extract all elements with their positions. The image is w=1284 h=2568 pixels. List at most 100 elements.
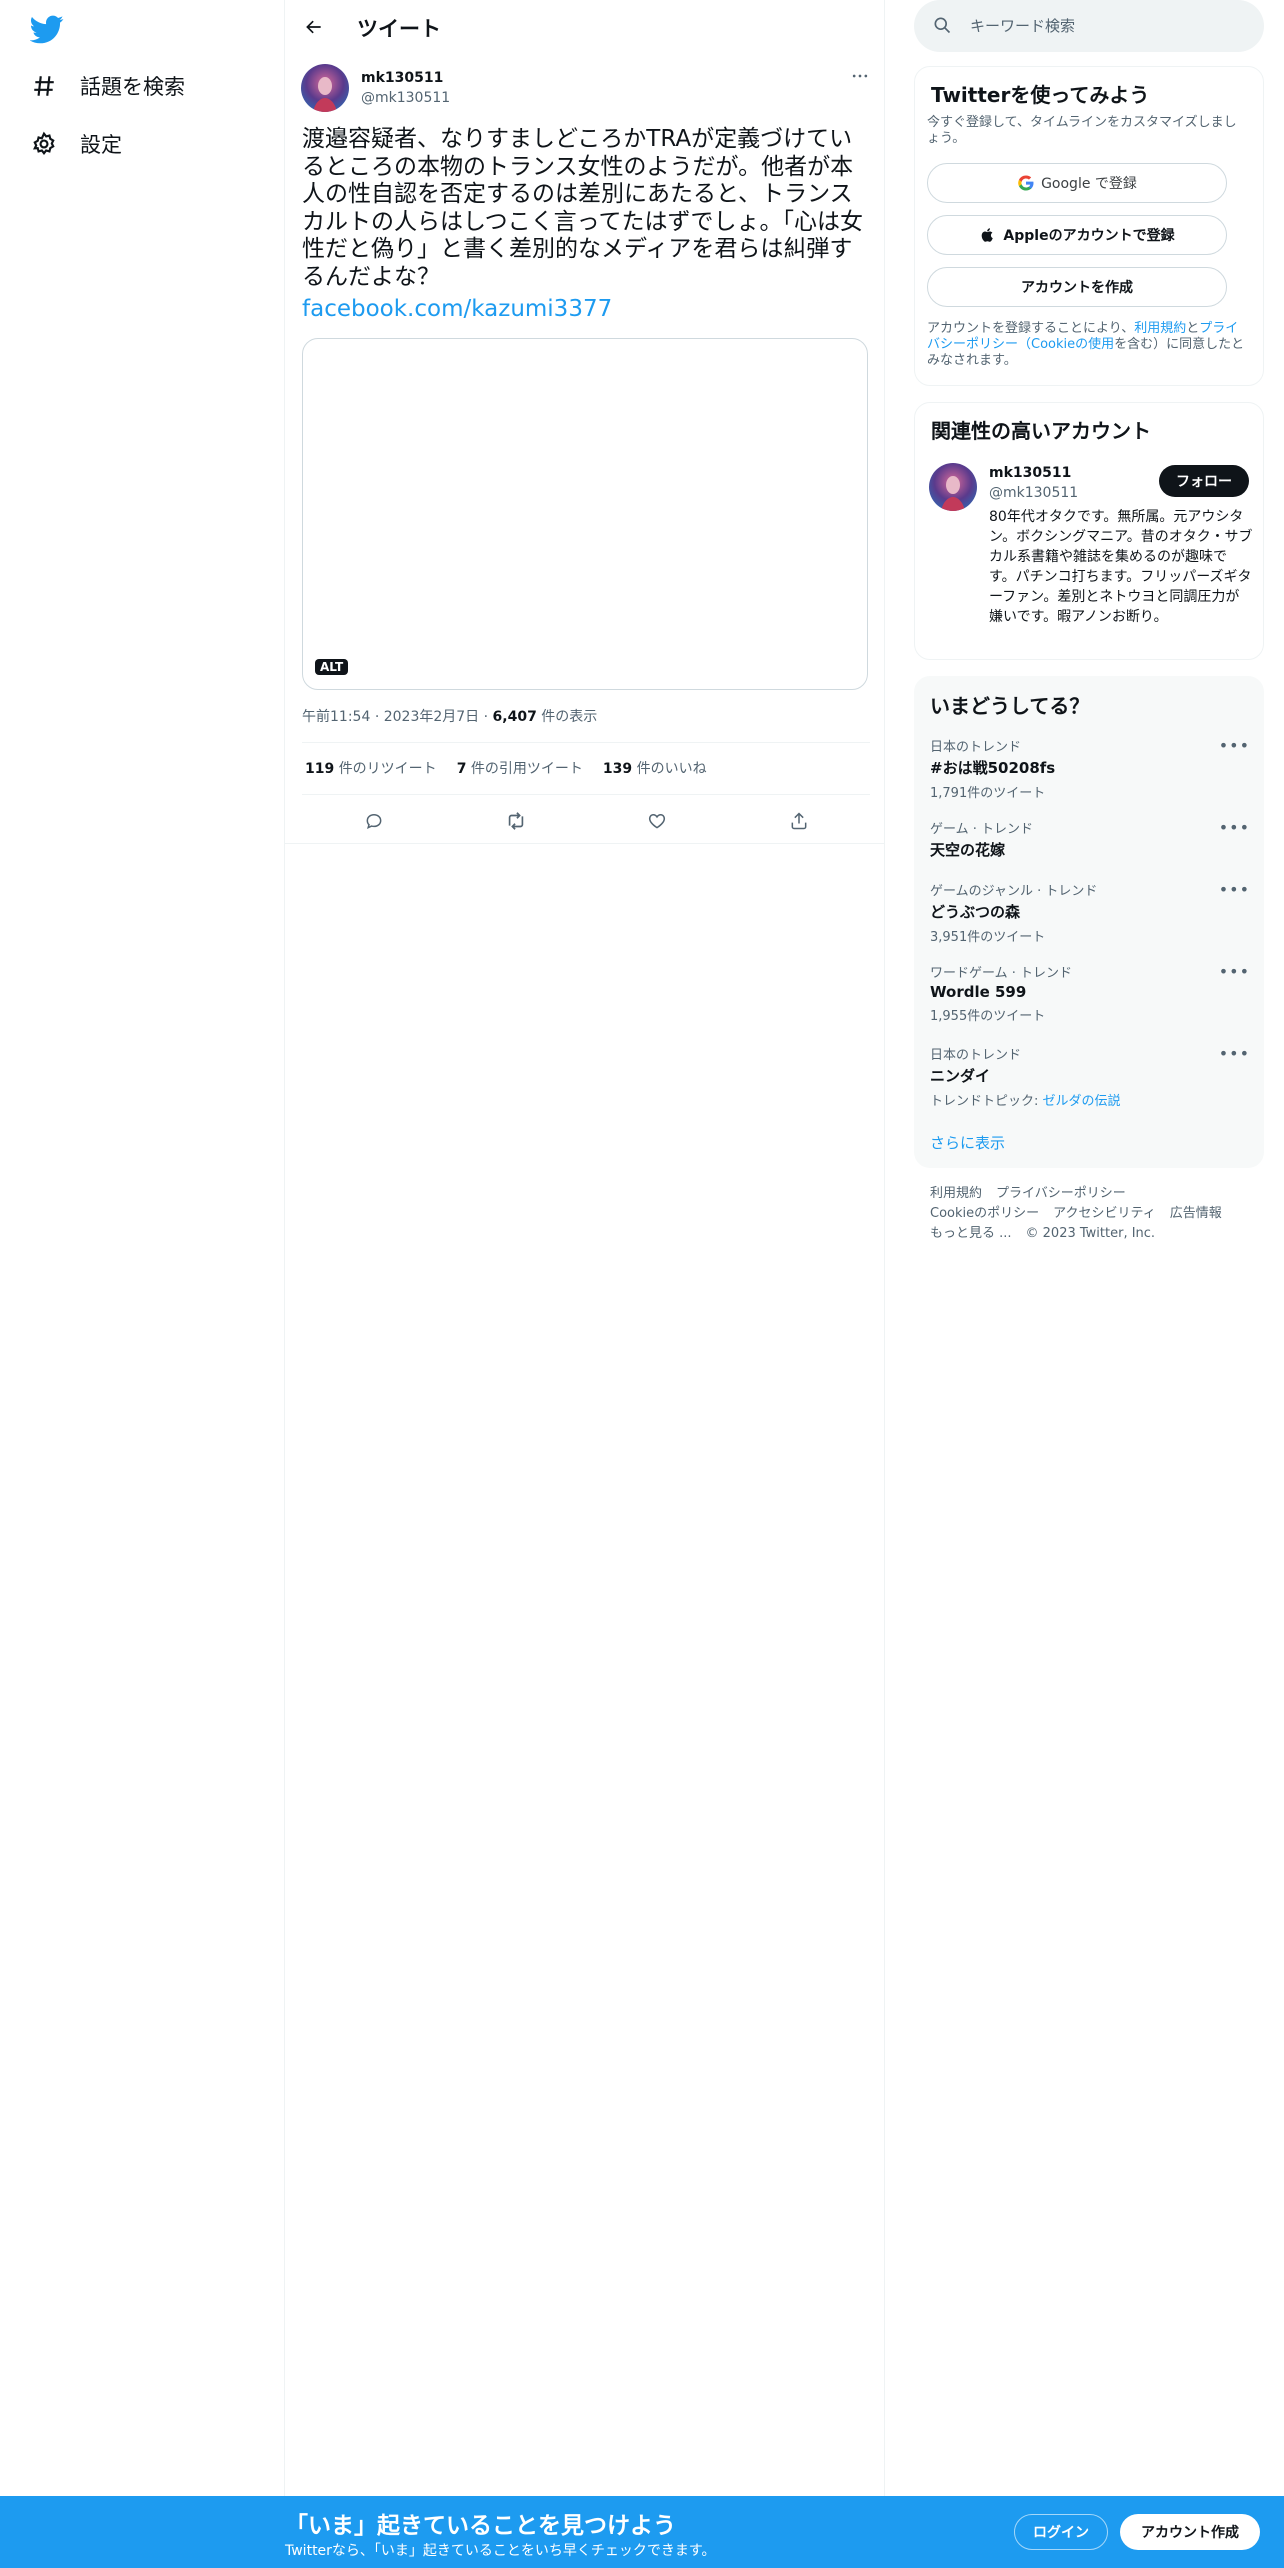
footer-terms[interactable]: 利用規約 bbox=[930, 1186, 982, 1201]
page-title: ツイート bbox=[357, 17, 441, 41]
apple-signup-button[interactable]: Appleのアカウントで登録 bbox=[927, 215, 1227, 255]
header: ツイート bbox=[285, 0, 885, 54]
trend-category: ワードゲーム · トレンド bbox=[930, 966, 1073, 981]
retweets-label: 件のリツイート bbox=[338, 761, 437, 777]
tweet-meta: 午前11:54 · 2023年2月7日 · 6,407 件の表示 bbox=[302, 706, 597, 726]
trend-name: Wordle 599 bbox=[930, 983, 1027, 1001]
create-account-label: アカウントを作成 bbox=[1021, 280, 1133, 296]
back-arrow-icon[interactable] bbox=[299, 12, 329, 42]
footer-more[interactable]: もっと見る ... bbox=[930, 1226, 1012, 1241]
trend-count: 1,791件のツイート bbox=[930, 786, 1046, 801]
tweet-text: 渡邉容疑者、なりすましどころかTRAが定義づけているところの本物のトランス女性の… bbox=[302, 126, 863, 290]
like-icon[interactable] bbox=[642, 806, 672, 836]
footer-ads[interactable]: 広告情報 bbox=[1170, 1206, 1222, 1221]
tweet-actions bbox=[302, 806, 870, 836]
signup-terms: アカウントを登録することにより、利用規約とプライバシーポリシー（Cookieの使… bbox=[927, 321, 1249, 369]
terms-link[interactable]: 利用規約 bbox=[1134, 321, 1186, 336]
apple-signup-label: Appleのアカウントで登録 bbox=[1003, 228, 1175, 244]
divider bbox=[302, 742, 870, 743]
trend-topic-prefix: トレンドトピック: bbox=[930, 1094, 1043, 1109]
retweets-stat[interactable]: 119 件のリツイート bbox=[305, 758, 437, 778]
nav-explore[interactable]: 話題を検索 bbox=[30, 64, 185, 108]
more-options-icon[interactable]: ••• bbox=[1219, 818, 1250, 837]
quotes-label: 件の引用ツイート bbox=[470, 761, 583, 777]
likes-stat[interactable]: 139 件のいいね bbox=[603, 758, 707, 778]
divider bbox=[302, 794, 870, 795]
google-signup-label: Google で登録 bbox=[1041, 176, 1137, 192]
author-handle[interactable]: @mk130511 bbox=[361, 90, 450, 106]
search-input[interactable] bbox=[970, 14, 1240, 38]
more-options-icon[interactable] bbox=[845, 64, 875, 88]
tweet-media[interactable]: ALT bbox=[302, 338, 868, 690]
trend-name: どうぶつの森 bbox=[930, 903, 1021, 921]
relevant-avatar[interactable] bbox=[929, 463, 977, 511]
apple-icon bbox=[979, 226, 997, 244]
login-button[interactable]: ログイン bbox=[1014, 2514, 1108, 2550]
trends-card: いまどうしてる？ 日本のトレンド #おは戦50208fs 1,791件のツイート… bbox=[914, 676, 1264, 1168]
terms-and: と bbox=[1186, 321, 1200, 336]
cookie-link[interactable]: （Cookieの使用 bbox=[1018, 337, 1114, 352]
nav-settings-label: 設定 bbox=[80, 133, 122, 157]
trend-name: #おは戦50208fs bbox=[930, 759, 1056, 777]
hashtag-icon bbox=[30, 72, 58, 100]
author-avatar[interactable] bbox=[301, 64, 349, 112]
footer-copyright: © 2023 Twitter, Inc. bbox=[1025, 1226, 1156, 1241]
views-label: 件の表示 bbox=[541, 709, 598, 725]
trend-category: 日本のトレンド bbox=[930, 1048, 1022, 1063]
more-options-icon[interactable]: ••• bbox=[1219, 962, 1250, 981]
relevant-accounts-card: 関連性の高いアカウント mk130511 @mk130511 フォロー 80年代… bbox=[914, 402, 1264, 660]
retweet-icon[interactable] bbox=[501, 806, 531, 836]
quotes-count: 7 bbox=[456, 761, 467, 777]
twitter-logo-icon[interactable] bbox=[29, 12, 66, 48]
trend-item[interactable]: 日本のトレンド #おは戦50208fs 1,791件のツイート ••• bbox=[930, 736, 1250, 801]
trend-category: ゲーム · トレンド bbox=[930, 822, 1034, 837]
trend-item[interactable]: 日本のトレンド ニンダイ トレンドトピック: ゼルダの伝説 ••• bbox=[930, 1044, 1250, 1109]
share-icon[interactable] bbox=[784, 806, 814, 836]
gear-icon bbox=[30, 130, 58, 158]
trend-name: 天空の花嫁 bbox=[930, 841, 1006, 859]
left-navigation: 話題を検索 設定 bbox=[0, 0, 285, 2568]
trend-count: 3,951件のツイート bbox=[930, 930, 1046, 945]
tweet-stats: 119 件のリツイート 7 件の引用ツイート 139 件のいいね bbox=[305, 758, 707, 778]
footer-accessibility[interactable]: アクセシビリティ bbox=[1053, 1206, 1156, 1221]
trend-item[interactable]: ワードゲーム · トレンド Wordle 599 1,955件のツイート ••• bbox=[930, 962, 1250, 1024]
trends-title: いまどうしてる？ bbox=[930, 694, 1090, 718]
trend-count: 1,955件のツイート bbox=[930, 1009, 1046, 1024]
google-icon bbox=[1017, 174, 1035, 192]
search-bar bbox=[914, 0, 1264, 52]
terms-prefix: アカウントを登録することにより、 bbox=[927, 321, 1135, 336]
follow-button[interactable]: フォロー bbox=[1159, 465, 1249, 497]
author-name[interactable]: mk130511 bbox=[361, 70, 443, 86]
trend-topic: トレンドトピック: ゼルダの伝説 bbox=[930, 1090, 1250, 1109]
reply-icon[interactable] bbox=[359, 806, 389, 836]
alt-badge[interactable]: ALT bbox=[315, 659, 349, 675]
trend-name: ニンダイ bbox=[930, 1067, 991, 1085]
google-signup-button[interactable]: Google で登録 bbox=[927, 163, 1227, 203]
views-count: 6,407 bbox=[492, 709, 537, 725]
signup-card: Twitterを使ってみよう 今すぐ登録して、タイムラインをカスタマイズしましょ… bbox=[914, 66, 1264, 386]
relevant-handle[interactable]: @mk130511 bbox=[989, 485, 1078, 501]
more-options-icon[interactable]: ••• bbox=[1219, 736, 1250, 755]
trend-item[interactable]: ゲーム · トレンド 天空の花嫁 ••• bbox=[930, 818, 1250, 860]
trend-item[interactable]: ゲームのジャンル · トレンド どうぶつの森 3,951件のツイート ••• bbox=[930, 880, 1250, 945]
search-icon bbox=[932, 15, 952, 35]
tweet-time[interactable]: 午前11:54 bbox=[302, 709, 370, 725]
relevant-name[interactable]: mk130511 bbox=[989, 465, 1071, 481]
likes-count: 139 bbox=[602, 761, 633, 777]
more-options-icon[interactable]: ••• bbox=[1219, 880, 1250, 899]
bottom-signup-bar: 「いま」起きていることを見つけよう Twitterなら、「いま」起きていることを… bbox=[0, 2496, 1284, 2568]
footer-privacy[interactable]: プライバシーポリシー bbox=[996, 1186, 1126, 1201]
tweet-date[interactable]: 2023年2月7日 bbox=[384, 709, 479, 725]
show-more-link[interactable]: さらに表示 bbox=[930, 1132, 1005, 1153]
nav-settings[interactable]: 設定 bbox=[30, 122, 122, 166]
more-options-icon[interactable]: ••• bbox=[1219, 1044, 1250, 1063]
footer-cookie[interactable]: Cookieのポリシー bbox=[930, 1206, 1039, 1221]
trend-category: 日本のトレンド bbox=[930, 740, 1022, 755]
tweet-link[interactable]: facebook.com/kazumi3377 bbox=[302, 296, 612, 322]
create-account-button[interactable]: アカウントを作成 bbox=[927, 267, 1227, 307]
quotes-stat[interactable]: 7 件の引用ツイート bbox=[457, 758, 583, 778]
trend-topic-link[interactable]: ゼルダの伝説 bbox=[1043, 1094, 1121, 1109]
nav-explore-label: 話題を検索 bbox=[80, 75, 185, 99]
retweets-count: 119 bbox=[305, 761, 335, 777]
signup-button[interactable]: アカウント作成 bbox=[1120, 2514, 1260, 2550]
